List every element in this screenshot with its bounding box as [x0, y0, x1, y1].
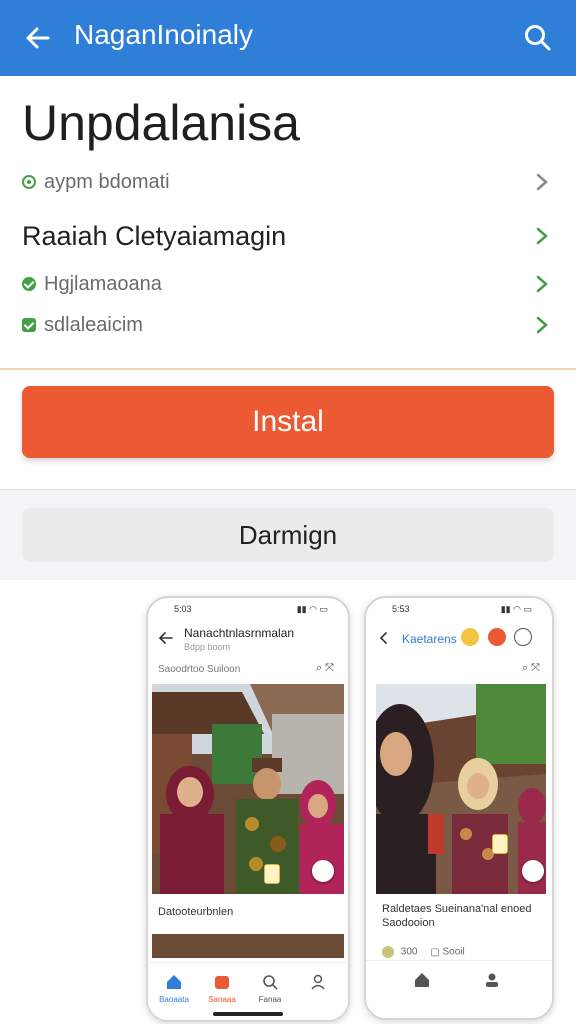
sticker-icon	[492, 834, 508, 854]
like-count: 300	[400, 946, 418, 958]
check-circle-icon	[22, 277, 36, 291]
home-indicator	[213, 1012, 283, 1016]
divider	[0, 368, 576, 370]
tab-home[interactable]: Baoaata	[152, 973, 196, 1004]
play-icon[interactable]	[487, 628, 506, 646]
header-icons	[457, 628, 532, 646]
photo-image	[376, 684, 546, 894]
sticker-icon	[264, 864, 280, 884]
chevron-right-icon	[536, 275, 548, 293]
tab-store-label: Sanaaa	[208, 995, 236, 1004]
action-circle-icon[interactable]	[522, 860, 544, 882]
info-row-2-label: sdlaleaicim	[44, 313, 143, 336]
photo-caption: Datooteurbnlen	[158, 906, 234, 918]
bottom-nav	[366, 960, 552, 1018]
chevron-right-icon	[536, 227, 548, 245]
search-icon[interactable]	[522, 22, 554, 54]
status-time: 5:03	[174, 604, 192, 614]
install-button[interactable]: Instal	[22, 386, 554, 458]
search-icon	[263, 975, 278, 990]
photo-caption: Raldetaes Sueinana'nal enoed Saodooion	[382, 903, 532, 929]
like-icon[interactable]	[382, 946, 394, 958]
status-bar: 5:53 ▮▮ ◠ ▭	[366, 598, 552, 620]
status-bar: 5:03 ▮▮ ◠ ▭	[148, 598, 348, 620]
status-time: 5:53	[392, 604, 410, 614]
app-bar-title: NaganInoinaly	[74, 19, 254, 50]
tab-search[interactable]: Fanaa	[248, 973, 292, 1004]
info-row-2[interactable]: sdlaleaicim	[22, 310, 554, 340]
bottom-nav: Baoaata Sanaaa Fanaa	[148, 962, 348, 1020]
screen-header: Nanachtnlasrnmalan Bdpp boom	[148, 620, 348, 660]
next-photo-strip	[152, 934, 344, 958]
tab-home-label: Baoaata	[159, 995, 189, 1004]
search-share-icons: ⌕ ⤧	[521, 662, 540, 674]
screen-title: Nanachtnlasrnmalan	[184, 626, 295, 640]
check-square-icon	[22, 318, 36, 332]
chevron-right-icon	[536, 316, 548, 334]
chevron-left-icon[interactable]	[376, 630, 392, 646]
screen-title: Kaetarens	[402, 632, 457, 646]
photo-stats: 300 ▢ Sooil	[382, 946, 465, 958]
screenshot-2[interactable]: 5:53 ▮▮ ◠ ▭ Kaetarens ⌕ ⤧ Raldetaes Suei…	[364, 596, 554, 1020]
store-icon	[215, 976, 229, 989]
photo-group[interactable]	[376, 684, 546, 894]
screen-section-label: Saoodrtoo Suiloon	[158, 664, 241, 675]
tab-home[interactable]	[400, 971, 444, 993]
tab-profile[interactable]	[296, 973, 340, 995]
developer-row[interactable]: Raaiah Cletyaiamagin	[22, 221, 554, 251]
screenshots-section-title: Darmign	[22, 508, 554, 562]
arrow-left-icon[interactable]	[158, 630, 174, 646]
arrow-left-icon[interactable]	[22, 22, 54, 54]
search-share-icons: ⌕ ⤧	[315, 662, 334, 674]
home-icon	[415, 973, 429, 987]
profile-icon	[486, 973, 498, 987]
status-dot-icon	[22, 175, 36, 189]
screenshot-1[interactable]: 5:03 ▮▮ ◠ ▭ Nanachtnlasrnmalan Bdpp boom…	[146, 596, 350, 1022]
emoji-icon[interactable]	[461, 628, 480, 646]
tab-search-label: Fanaa	[258, 995, 282, 1004]
developer-name: Raaiah Cletyaiamagin	[22, 220, 287, 251]
app-name: Unpdalanisa	[22, 95, 300, 151]
screen-subtitle: Bdpp boom	[184, 642, 231, 652]
action-circle-icon[interactable]	[312, 860, 334, 882]
tab-store[interactable]: Sanaaa	[200, 973, 244, 1004]
comment-icon[interactable]: ▢	[430, 947, 439, 958]
signal-wifi-battery-icon: ▮▮ ◠ ▭	[296, 604, 328, 614]
info-row-1-label: Hgjlamaoana	[44, 272, 162, 295]
comment-label: Sooil	[442, 946, 465, 958]
signal-wifi-battery-icon: ▮▮ ◠ ▭	[500, 604, 532, 614]
help-icon[interactable]	[514, 628, 532, 646]
tab-profile[interactable]	[470, 971, 514, 993]
meta-row[interactable]: aypm bdomati	[22, 167, 554, 197]
app-bar: NaganInoinaly	[0, 0, 576, 76]
profile-icon	[311, 974, 325, 990]
photo-group[interactable]	[152, 684, 344, 894]
info-row-1[interactable]: Hgjlamaoana	[22, 269, 554, 299]
meta-text: aypm bdomati	[44, 170, 170, 193]
chevron-right-icon	[536, 173, 548, 191]
home-icon	[167, 975, 181, 989]
